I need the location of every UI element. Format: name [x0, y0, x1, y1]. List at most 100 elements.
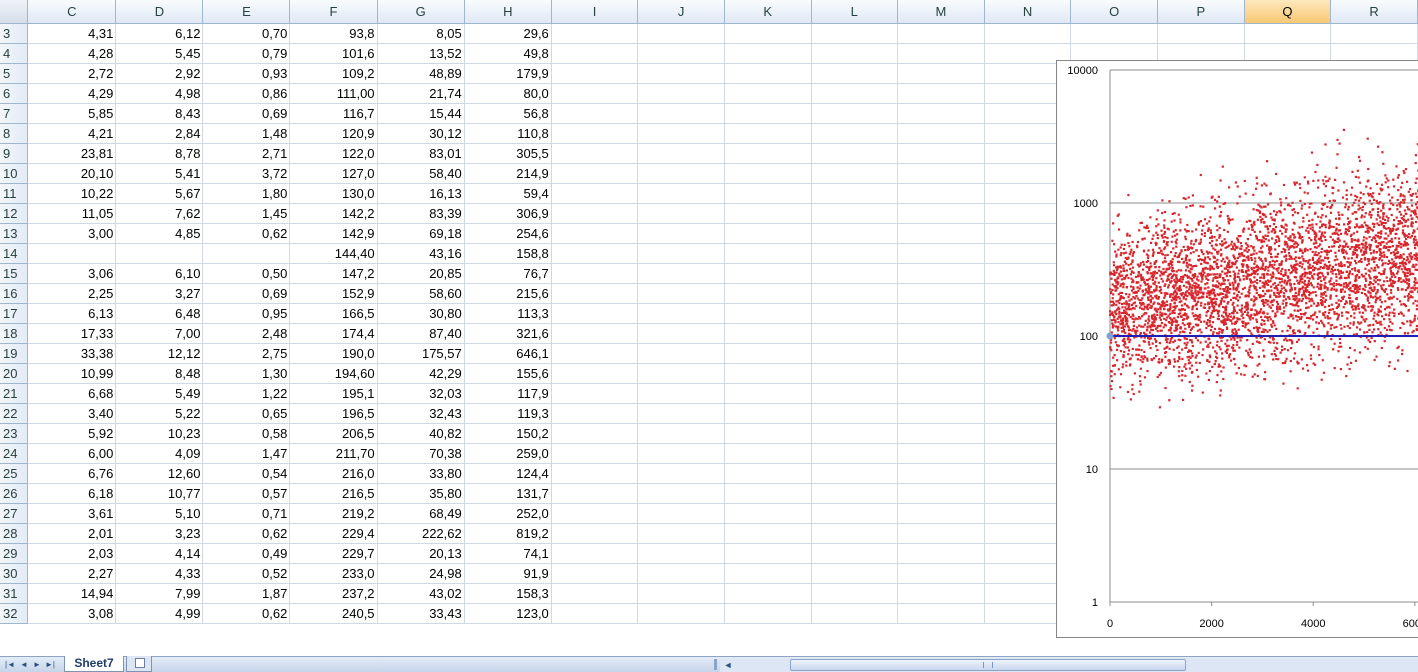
row-header[interactable]: 12 — [0, 203, 29, 224]
cell-d[interactable]: 6,48 — [115, 303, 204, 324]
cell-l[interactable] — [811, 303, 899, 324]
cell-k[interactable] — [724, 583, 812, 604]
cell-c[interactable]: 2,27 — [27, 563, 117, 584]
cell-l[interactable] — [811, 143, 899, 164]
column-header-e[interactable]: E — [202, 0, 291, 24]
cell-j[interactable] — [637, 223, 725, 244]
cell-e[interactable]: 0,71 — [202, 503, 291, 524]
row-header[interactable]: 18 — [0, 323, 29, 344]
column-header-q[interactable]: Q — [1244, 0, 1332, 24]
cell-e[interactable]: 0,62 — [202, 603, 291, 624]
row-header[interactable]: 22 — [0, 403, 29, 424]
cell-h[interactable]: 158,3 — [464, 583, 552, 604]
cell-d[interactable]: 4,14 — [115, 543, 204, 564]
cell-i[interactable] — [551, 343, 639, 364]
cell-e[interactable]: 1,22 — [202, 383, 291, 404]
tab-split-handle[interactable] — [714, 659, 717, 670]
cell-h[interactable]: 155,6 — [464, 363, 552, 384]
cell-l[interactable] — [811, 543, 899, 564]
cell-e[interactable]: 0,95 — [202, 303, 291, 324]
cell-m[interactable] — [897, 523, 985, 544]
cell-d[interactable]: 8,43 — [115, 103, 204, 124]
cell-g[interactable]: 83,39 — [377, 203, 465, 224]
row-header[interactable]: 4 — [0, 43, 29, 64]
cell-f[interactable]: 109,2 — [289, 63, 378, 84]
cell-j[interactable] — [637, 43, 725, 64]
column-header-o[interactable]: O — [1070, 0, 1158, 24]
cell-m[interactable] — [897, 563, 985, 584]
cell-k[interactable] — [724, 163, 812, 184]
last-sheet-button[interactable]: ►| — [44, 658, 56, 671]
cell-h[interactable]: 74,1 — [464, 543, 552, 564]
cell-e[interactable]: 2,71 — [202, 143, 291, 164]
cell-e[interactable]: 0,50 — [202, 263, 291, 284]
cell-m[interactable] — [897, 103, 985, 124]
cell-c[interactable]: 20,10 — [27, 163, 117, 184]
cell-g[interactable]: 15,44 — [377, 103, 465, 124]
cell-f[interactable]: 147,2 — [289, 263, 378, 284]
cell-h[interactable]: 49,8 — [464, 43, 552, 64]
column-header-c[interactable]: C — [27, 0, 117, 24]
cell-h[interactable]: 117,9 — [464, 383, 552, 404]
cell-d[interactable]: 6,12 — [115, 23, 204, 44]
row-header[interactable]: 19 — [0, 343, 29, 364]
row-header[interactable]: 25 — [0, 463, 29, 484]
cell-d[interactable]: 4,98 — [115, 83, 204, 104]
column-header-j[interactable]: J — [637, 0, 725, 24]
cell-m[interactable] — [897, 123, 985, 144]
cell-h[interactable]: 259,0 — [464, 443, 552, 464]
cell-m[interactable] — [897, 423, 985, 444]
cell-g[interactable]: 70,38 — [377, 443, 465, 464]
column-header-r[interactable]: R — [1330, 0, 1418, 24]
cell-c[interactable]: 2,25 — [27, 283, 117, 304]
cell-k[interactable] — [724, 43, 812, 64]
cell-f[interactable]: 116,7 — [289, 103, 378, 124]
cell-f[interactable]: 174,4 — [289, 323, 378, 344]
cell-d[interactable]: 4,85 — [115, 223, 204, 244]
cell-e[interactable]: 1,47 — [202, 443, 291, 464]
cell-d[interactable]: 2,92 — [115, 63, 204, 84]
cell-m[interactable] — [897, 543, 985, 564]
cell-d[interactable]: 5,45 — [115, 43, 204, 64]
cell-k[interactable] — [724, 103, 812, 124]
cell-c[interactable]: 14,94 — [27, 583, 117, 604]
cell-k[interactable] — [724, 243, 812, 264]
cell-d[interactable]: 6,10 — [115, 263, 204, 284]
row-header[interactable]: 20 — [0, 363, 29, 384]
cell-l[interactable] — [811, 483, 899, 504]
cell-e[interactable]: 0,52 — [202, 563, 291, 584]
cell-e[interactable]: 1,87 — [202, 583, 291, 604]
select-all-corner[interactable] — [0, 0, 29, 24]
cell-j[interactable] — [637, 283, 725, 304]
cell-i[interactable] — [551, 83, 639, 104]
row-header[interactable]: 17 — [0, 303, 29, 324]
column-header-m[interactable]: M — [897, 0, 985, 24]
cell-h[interactable]: 113,3 — [464, 303, 552, 324]
cell-e[interactable] — [202, 243, 291, 264]
next-sheet-button[interactable]: ► — [31, 658, 43, 671]
cell-h[interactable]: 150,2 — [464, 423, 552, 444]
cell-i[interactable] — [551, 283, 639, 304]
cell-i[interactable] — [551, 603, 639, 624]
cell-k[interactable] — [724, 263, 812, 284]
cell-j[interactable] — [637, 523, 725, 544]
cell-j[interactable] — [637, 303, 725, 324]
cell-m[interactable] — [897, 403, 985, 424]
cell-g[interactable]: 83,01 — [377, 143, 465, 164]
cell-e[interactable]: 0,86 — [202, 83, 291, 104]
cell-c[interactable]: 33,38 — [27, 343, 117, 364]
cell-h[interactable]: 819,2 — [464, 523, 552, 544]
cell-c[interactable]: 4,31 — [27, 23, 117, 44]
cell-c[interactable]: 2,01 — [27, 523, 117, 544]
cell-f[interactable]: 219,2 — [289, 503, 378, 524]
cell-m[interactable] — [897, 363, 985, 384]
cell-h[interactable]: 179,9 — [464, 63, 552, 84]
cell-l[interactable] — [811, 443, 899, 464]
cell-k[interactable] — [724, 223, 812, 244]
cell-l[interactable] — [811, 103, 899, 124]
cell-l[interactable] — [811, 23, 899, 44]
cell-c[interactable]: 6,00 — [27, 443, 117, 464]
cell-h[interactable]: 123,0 — [464, 603, 552, 624]
scroll-left-arrow-icon[interactable]: ◄ — [722, 658, 734, 672]
row-header[interactable]: 7 — [0, 103, 29, 124]
